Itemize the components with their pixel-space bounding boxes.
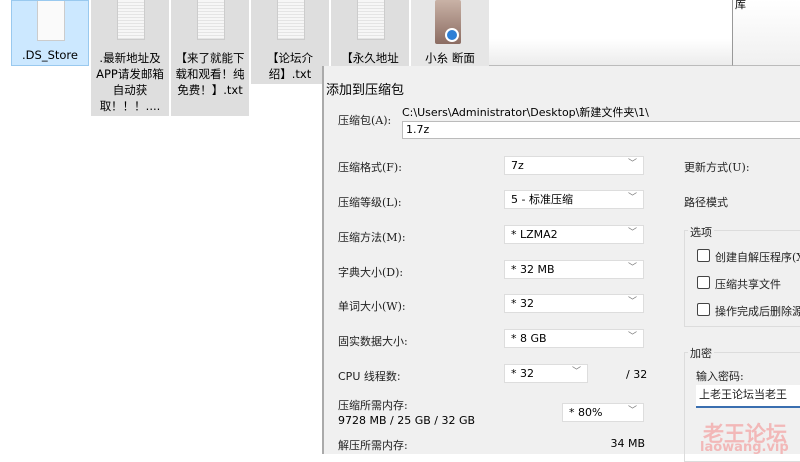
mem-percent-dropdown[interactable]: * 80% ﹀ [562, 403, 644, 422]
chevron-down-icon: ﹀ [627, 332, 637, 342]
method-label: 压缩方法(M): [338, 231, 406, 244]
format-label: 压缩格式(F): [338, 161, 402, 174]
file-name: 【永久地址 [341, 51, 399, 65]
word-value: * 32 [511, 297, 534, 310]
cpu-label: CPU 线程数: [338, 370, 401, 383]
file-name: .DS_Store [22, 48, 78, 62]
shared-files-checkbox[interactable] [697, 276, 710, 289]
level-label: 压缩等级(L): [338, 196, 402, 209]
format-value: 7z [511, 159, 524, 172]
file-name: 小糸 断面 [425, 51, 475, 65]
dict-dropdown[interactable]: * 32 MB ﹀ [504, 260, 644, 279]
archive-path: C:\Users\Administrator\Desktop\新建文件夹\1\ [402, 106, 649, 119]
sfx-checkbox[interactable] [697, 249, 710, 262]
solid-value: * 8 GB [511, 332, 547, 345]
file-item-image[interactable]: 小糸 断面 [411, 0, 489, 66]
file-name: 【论坛介绍】.txt [267, 51, 313, 81]
text-file-icon [277, 0, 305, 40]
mem-percent-value: * 80% [569, 406, 603, 419]
solid-label: 固实数据大小: [338, 335, 408, 348]
dict-value: * 32 MB [511, 263, 555, 276]
add-to-archive-dialog: 添加到压缩包 压缩包(A): C:\Users\Administrator\De… [322, 66, 800, 462]
level-dropdown[interactable]: 5 - 标准压缩 ﹀ [504, 190, 644, 209]
method-dropdown[interactable]: * LZMA2 ﹀ [504, 225, 644, 244]
path-mode-label: 路径模式 [684, 196, 728, 209]
file-ds-store[interactable]: .DS_Store [11, 0, 89, 66]
file-item[interactable]: 【论坛介绍】.txt [251, 0, 329, 84]
encryption-title: 加密 [688, 345, 714, 361]
chevron-down-icon: ﹀ [627, 193, 637, 203]
delete-after-checkbox[interactable] [697, 303, 710, 316]
update-mode-label: 更新方式(U): [684, 161, 750, 174]
dialog-title: 添加到压缩包 [326, 83, 405, 98]
solid-dropdown[interactable]: * 8 GB ﹀ [504, 329, 644, 348]
chevron-down-icon: ﹀ [571, 367, 581, 377]
file-item[interactable]: .最新地址及APP请发邮箱自动获取！！！.... [91, 0, 169, 116]
file-name: .最新地址及APP请发邮箱自动获取！！！.... [96, 51, 164, 113]
shared-files-label: 压缩共享文件 [715, 278, 781, 291]
cpu-value: * 32 [511, 367, 534, 380]
file-icon [37, 1, 65, 41]
level-value: 5 - 标准压缩 [511, 193, 573, 206]
file-item[interactable]: 【来了就能下载和观看！纯免费！】.txt [171, 0, 249, 116]
file-name: 【来了就能下载和观看！纯免费！】.txt [175, 51, 245, 97]
delete-after-label: 操作完成后删除源 [715, 305, 800, 318]
shortcut-badge-icon [445, 28, 459, 42]
chevron-down-icon: ﹀ [627, 406, 637, 416]
window-text: 库 [735, 0, 746, 11]
text-file-icon [357, 0, 385, 40]
text-file-icon [197, 0, 225, 40]
word-dropdown[interactable]: * 32 ﹀ [504, 294, 644, 313]
background-window: 库 [732, 0, 800, 66]
chevron-down-icon: ﹀ [627, 228, 637, 238]
format-dropdown[interactable]: 7z ﹀ [504, 156, 644, 175]
chevron-down-icon: ﹀ [627, 159, 637, 169]
chevron-down-icon: ﹀ [627, 263, 637, 273]
mem-value: 9728 MB / 25 GB / 32 GB [338, 414, 476, 427]
archive-name-input[interactable]: 1.7z [402, 121, 800, 139]
text-file-icon [117, 0, 145, 40]
mem-label: 压缩所需内存: [338, 399, 408, 412]
archive-label: 压缩包(A): [338, 114, 392, 127]
chevron-down-icon: ﹀ [627, 297, 637, 307]
explorer-background [488, 0, 732, 66]
cpu-max: / 32 [626, 368, 648, 381]
password-input[interactable]: 上老王论坛当老王 [696, 385, 800, 408]
method-value: * LZMA2 [511, 228, 558, 241]
dict-label: 字典大小(D): [338, 266, 404, 279]
sfx-label: 创建自解压程序(X) [715, 251, 800, 264]
password-label: 输入密码: [696, 370, 744, 383]
decomp-label: 解压所需内存: [338, 439, 408, 452]
options-title: 选项 [688, 224, 714, 240]
cpu-dropdown[interactable]: * 32 ﹀ [504, 364, 588, 383]
watermark-url: laowang.vip [700, 440, 789, 455]
decomp-value: 34 MB [610, 437, 645, 450]
word-label: 单词大小(W): [338, 300, 406, 313]
